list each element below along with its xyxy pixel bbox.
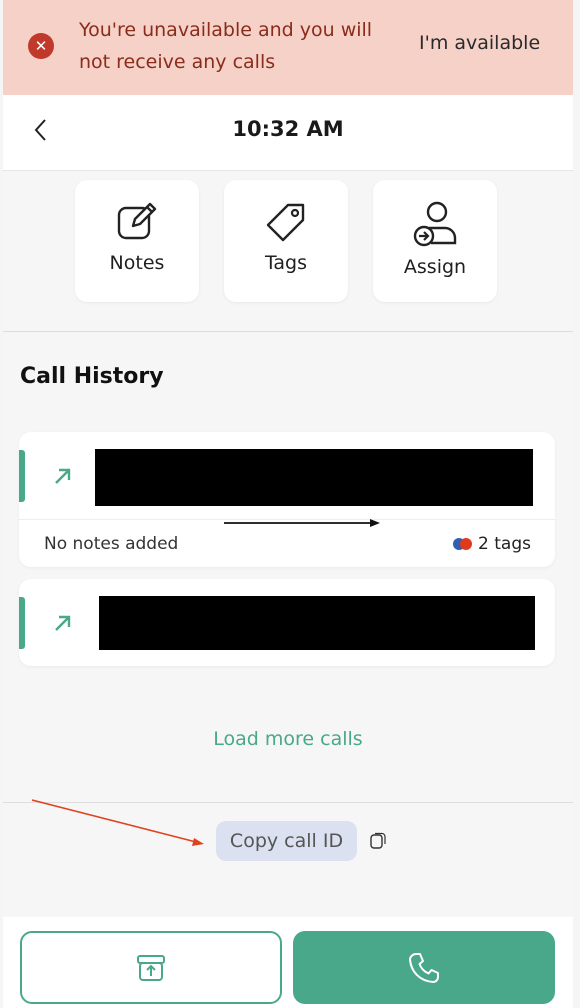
tags-count: 2 tags — [478, 534, 531, 554]
redacted-caller-info — [95, 449, 533, 506]
notes-label: Notes — [109, 252, 165, 274]
call-accent-bar — [19, 597, 25, 649]
tag-icon — [266, 203, 305, 242]
copy-call-id-button[interactable]: Copy call ID — [216, 821, 357, 861]
call-details-content: Notes Tags Assign Call History No notes … — [3, 172, 573, 917]
assign-user-icon — [413, 201, 457, 247]
tags-summary[interactable]: 2 tags — [453, 534, 531, 554]
assign-label: Assign — [403, 256, 467, 278]
tag-dot-red — [460, 538, 473, 550]
call-button[interactable] — [293, 931, 555, 1004]
call-history-item[interactable] — [19, 579, 555, 666]
assign-button[interactable]: Assign — [373, 180, 497, 302]
call-accent-bar — [19, 450, 25, 502]
copy-icon[interactable] — [369, 832, 387, 850]
divider — [3, 802, 573, 803]
tags-label: Tags — [264, 252, 308, 274]
notes-status: No notes added — [44, 534, 179, 554]
page-title: 10:32 AM — [232, 117, 344, 141]
redacted-caller-info — [99, 596, 535, 650]
call-history-item[interactable]: No notes added 2 tags — [19, 432, 555, 567]
tags-button[interactable]: Tags — [224, 180, 348, 302]
banner-message: You're unavailable and you will not rece… — [79, 19, 373, 73]
outgoing-arrow-icon — [55, 468, 71, 484]
outgoing-arrow-icon — [55, 615, 71, 631]
call-footer: No notes added 2 tags — [19, 519, 555, 567]
call-history-title: Call History — [20, 364, 164, 389]
archive-button[interactable] — [20, 931, 282, 1004]
edit-note-icon — [117, 202, 157, 240]
phone-icon — [409, 952, 439, 983]
load-more-calls-button[interactable]: Load more calls — [3, 728, 573, 750]
call-header: 10:32 AM — [3, 95, 573, 171]
close-circle-icon: ✕ — [28, 33, 54, 59]
divider — [3, 331, 573, 332]
archive-icon — [137, 954, 165, 981]
unavailable-banner: ✕ You're unavailable and you will not re… — [3, 0, 573, 95]
notes-button[interactable]: Notes — [75, 180, 199, 302]
im-available-button[interactable]: I'm available — [419, 32, 540, 54]
bottom-action-bar — [3, 917, 573, 1008]
